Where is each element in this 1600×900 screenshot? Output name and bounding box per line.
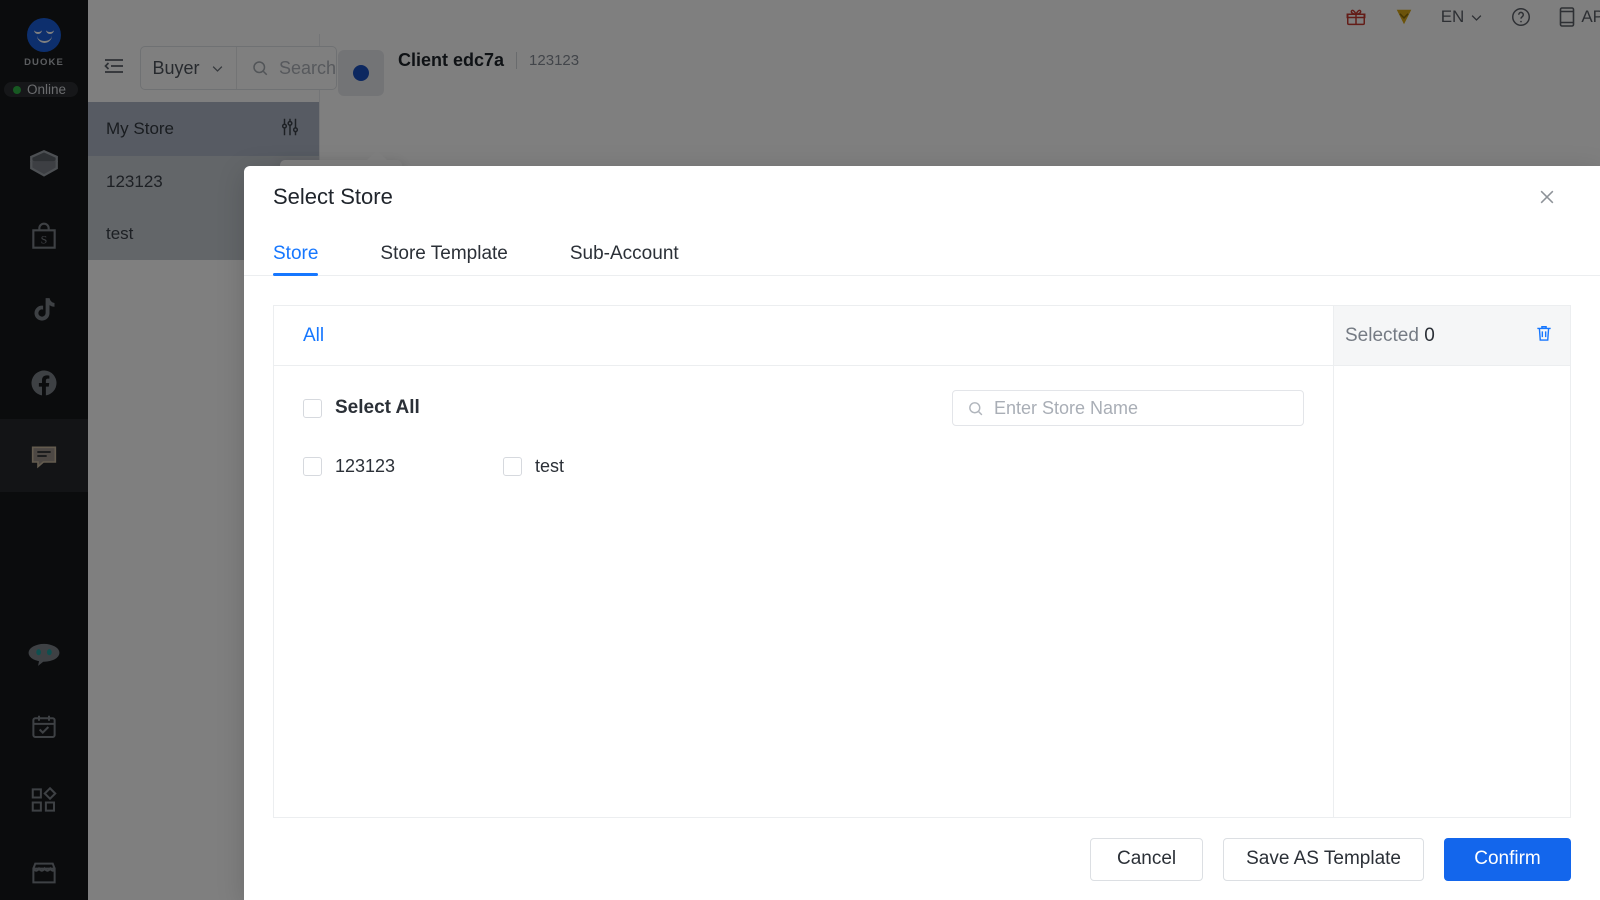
store-checkbox-123123[interactable]: 123123 [303, 456, 503, 477]
selected-label: Selected 0 [1345, 325, 1435, 347]
cancel-button[interactable]: Cancel [1090, 837, 1204, 881]
tab-sub-account[interactable]: Sub-Account [570, 243, 679, 275]
available-stores-body: Select All Enter Store Name 123123 test [274, 366, 1333, 817]
selected-count: 0 [1424, 324, 1435, 346]
selection-panel: All Select All Enter Store Name 123123 t… [273, 305, 1571, 818]
available-stores-panel: All Select All Enter Store Name 123123 t… [274, 306, 1333, 817]
app-root: DUOKE Online S [0, 0, 1600, 900]
select-store-modal: Select Store Store Store Template Sub-Ac… [244, 166, 1600, 900]
modal-tabs: Store Store Template Sub-Account [244, 228, 1600, 276]
search-icon [969, 401, 983, 415]
checkbox-box [503, 457, 522, 476]
store-search-placeholder: Enter Store Name [994, 397, 1139, 418]
store-checkbox-label: 123123 [335, 456, 396, 476]
selected-stores-body [1334, 366, 1570, 817]
trash-icon[interactable] [1534, 323, 1554, 348]
modal-title: Select Store [273, 184, 393, 209]
save-as-template-button[interactable]: Save AS Template [1223, 837, 1424, 881]
checkbox-box [303, 457, 322, 476]
selected-stores-panel: Selected 0 [1333, 306, 1570, 817]
select-all-checkbox[interactable]: Select All [303, 397, 420, 419]
store-checkbox-label: test [535, 456, 565, 476]
store-checkbox-grid: 123123 test [303, 456, 1304, 477]
modal-header: Select Store [244, 166, 1600, 228]
modal-footer: Cancel Save AS Template Confirm [244, 818, 1600, 900]
filter-all-link[interactable]: All [303, 325, 324, 347]
store-checkbox-test[interactable]: test [503, 456, 703, 477]
modal-body: All Select All Enter Store Name 123123 t… [244, 276, 1600, 818]
tab-store[interactable]: Store [273, 243, 319, 276]
store-name-search-input[interactable]: Enter Store Name [952, 390, 1304, 426]
available-stores-header: All [274, 306, 1333, 366]
selected-stores-header: Selected 0 [1334, 306, 1570, 366]
tab-store-template[interactable]: Store Template [380, 243, 507, 275]
select-all-row: Select All Enter Store Name [303, 390, 1304, 426]
confirm-button[interactable]: Confirm [1444, 837, 1571, 881]
select-all-label: Select All [335, 397, 420, 418]
selected-label-text: Selected [1345, 324, 1419, 346]
close-icon[interactable] [1534, 184, 1560, 210]
checkbox-box [303, 398, 322, 418]
